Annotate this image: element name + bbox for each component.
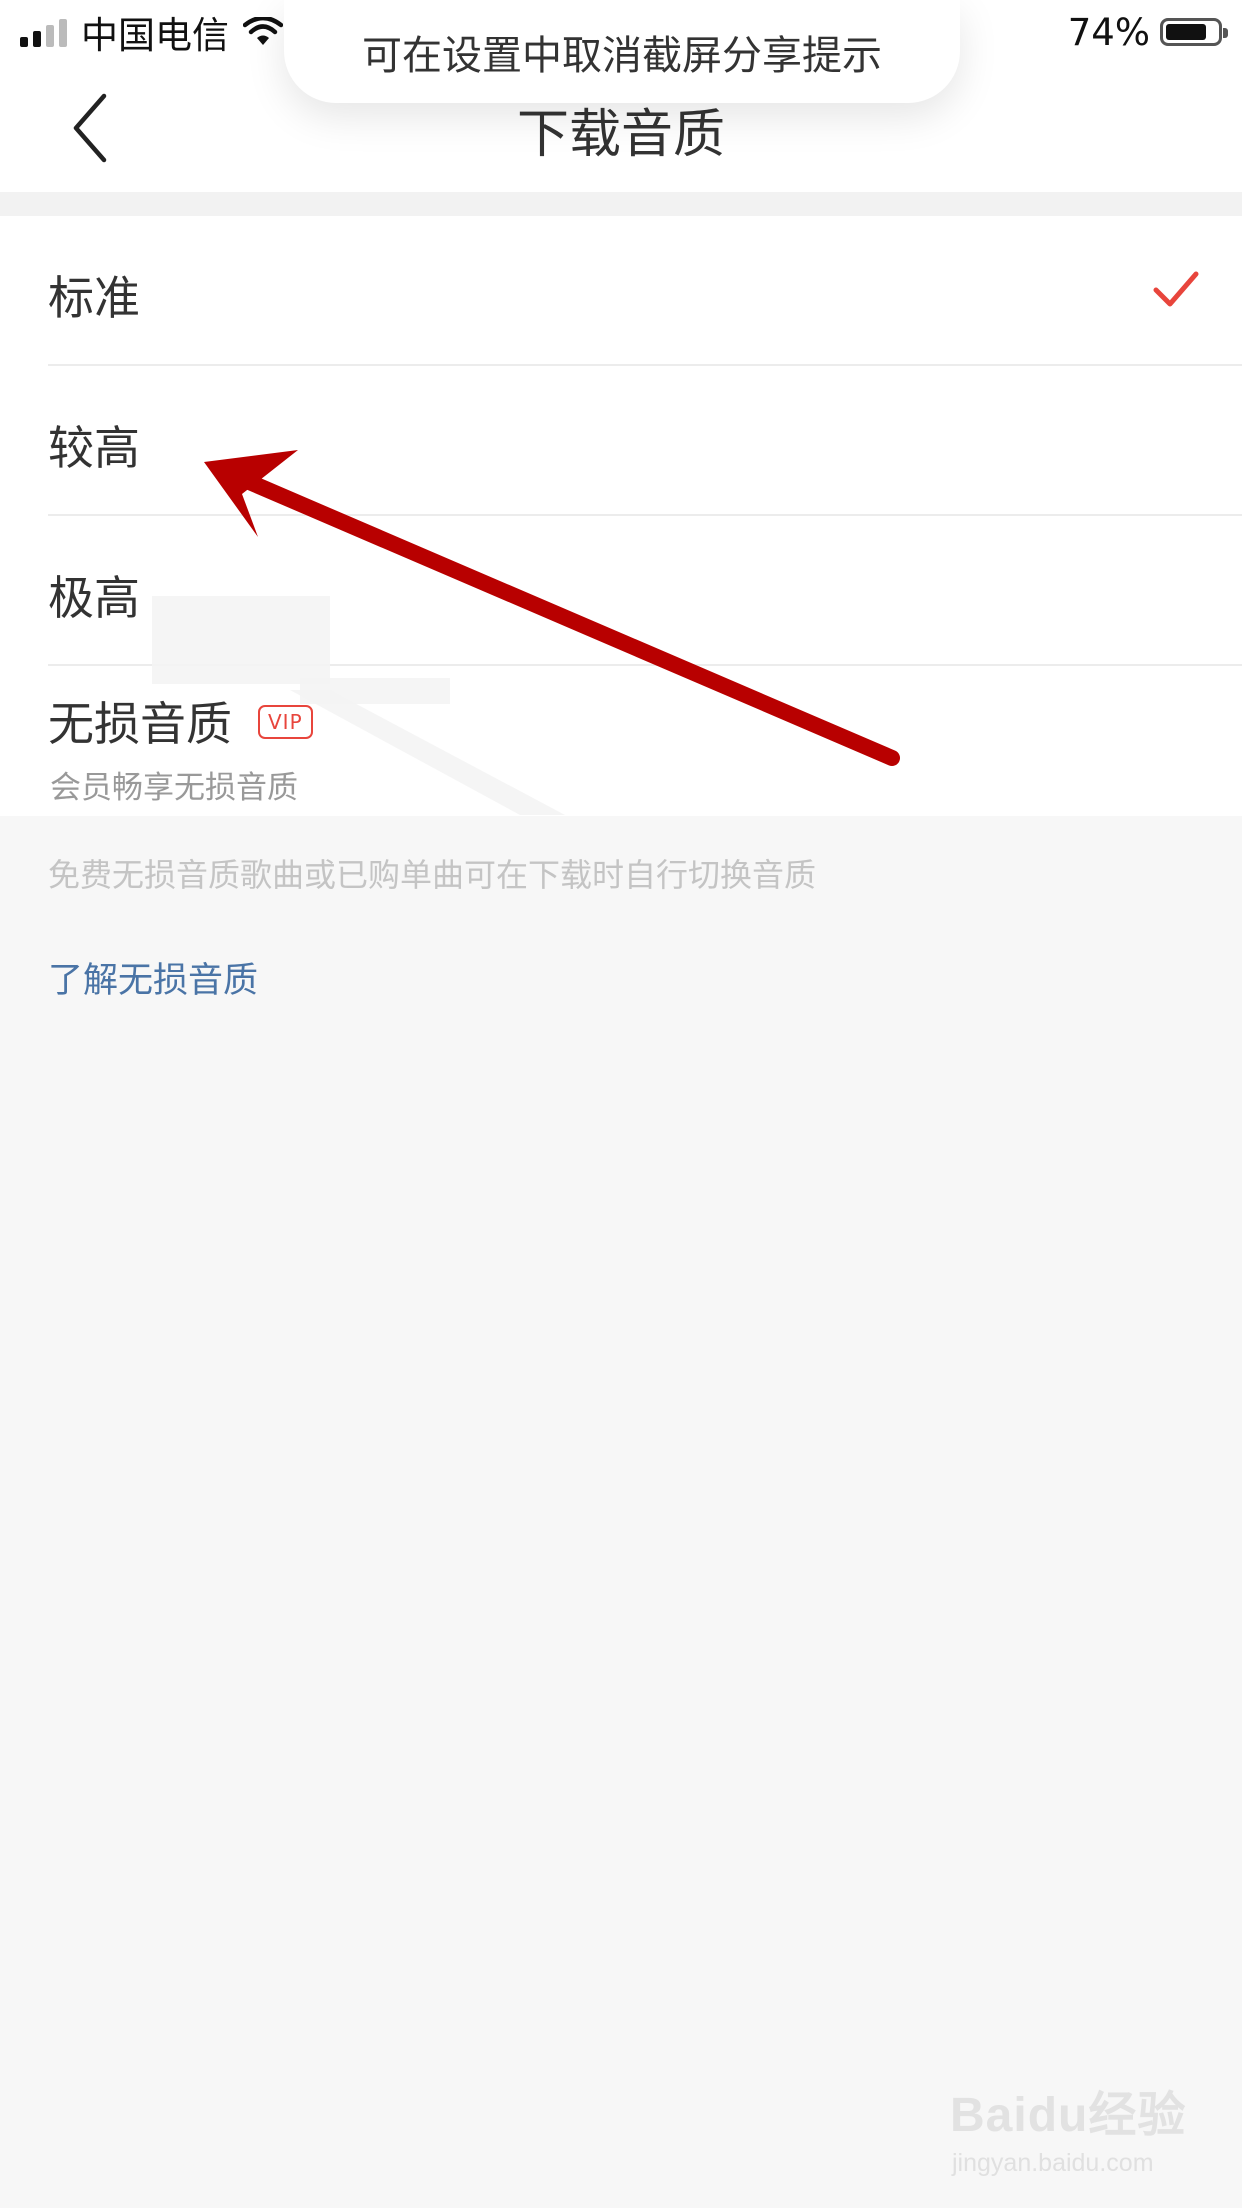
option-label: 极高 — [48, 571, 140, 625]
option-label: 无损音质 — [48, 697, 232, 751]
option-label: 标准 — [48, 271, 140, 325]
option-very-high[interactable]: 极高 — [0, 516, 1242, 666]
page-title: 下载音质 — [516, 105, 725, 165]
screenshot-share-toast[interactable]: 可在设置中取消截屏分享提示 — [284, 0, 960, 103]
option-standard[interactable]: 标准 — [0, 216, 1242, 366]
status-right: 74% — [1067, 10, 1228, 54]
toast-message: 可在设置中取消截屏分享提示 — [362, 32, 882, 79]
watermark-url: jingyan.baidu.com — [952, 2149, 1154, 2177]
option-label: 较高 — [48, 421, 140, 475]
option-high[interactable]: 较高 — [0, 366, 1242, 516]
checkmark-icon — [1153, 271, 1199, 307]
option-lossless[interactable]: 无损音质 VIP 会员畅享无损音质 — [0, 666, 1242, 816]
battery-icon — [1160, 18, 1228, 46]
section-gap — [0, 192, 1242, 216]
vip-badge: VIP — [258, 705, 313, 739]
learn-lossless-link[interactable]: 了解无损音质 — [48, 952, 258, 1003]
quality-option-list: 标准 较高 极高 无损音质 VIP 会员畅享无损音质 — [0, 216, 1242, 816]
baidu-watermark: Baidu经验 jingyan.baidu.com — [950, 2075, 1210, 2185]
battery-percent: 74% — [1067, 10, 1150, 54]
option-subtitle: 会员畅享无损音质 — [50, 770, 298, 806]
footnote-text: 免费无损音质歌曲或已购单曲可在下载时自行切换音质 — [48, 856, 817, 894]
watermark-logo: Baidu经验 — [950, 2089, 1187, 2142]
